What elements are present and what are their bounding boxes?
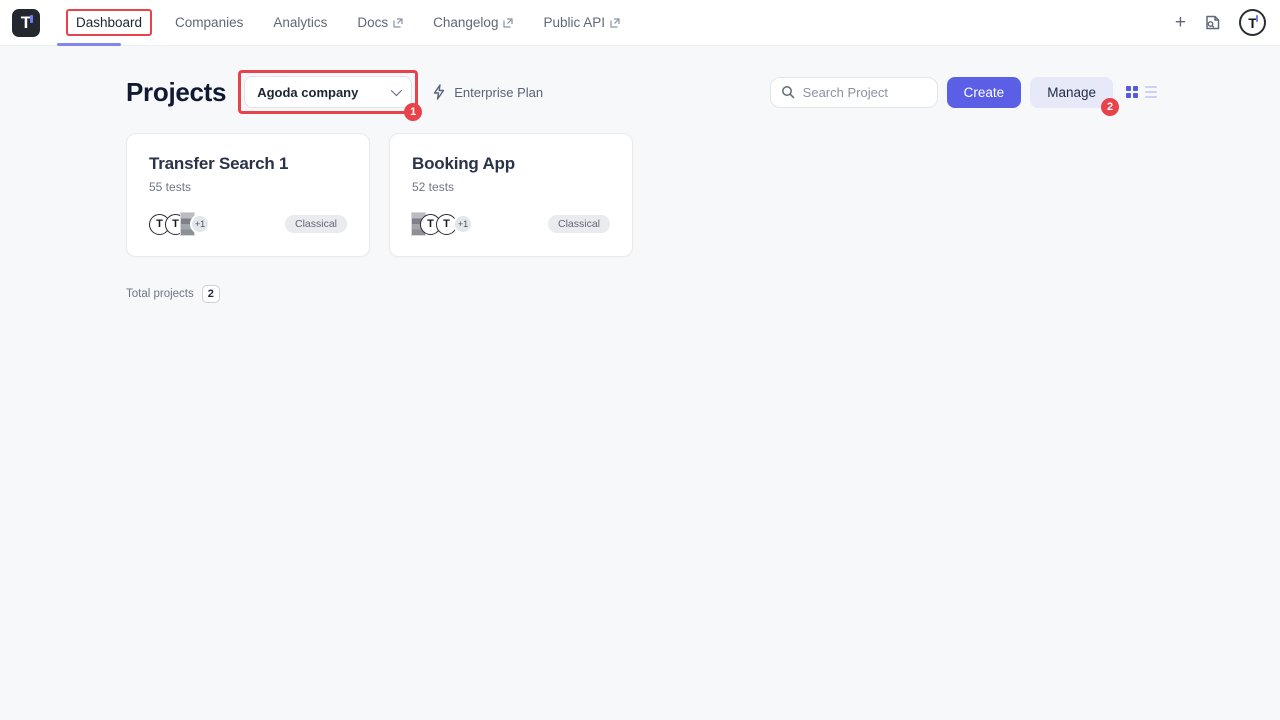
nav-item-public-api[interactable]: Public API (528, 7, 635, 38)
project-name: Booking App (412, 154, 610, 174)
search-input[interactable] (803, 85, 927, 100)
nav-item-label: Dashboard (76, 15, 142, 30)
annotation-box-company-select: Agoda company 1 (238, 70, 418, 114)
company-select-value: Agoda company (257, 85, 358, 100)
add-icon[interactable]: + (1175, 13, 1186, 32)
more-members-badge: +1 (453, 214, 473, 234)
project-tests-count: 55 tests (149, 180, 347, 194)
nav-item-label: Public API (543, 15, 605, 30)
avatar-accent (1256, 15, 1259, 22)
total-projects-count: 2 (202, 285, 220, 303)
projects-summary: Total projects 2 (126, 285, 1157, 303)
project-card-transfer-search-1[interactable]: Transfer Search 1 55 tests T T +1 Classi… (126, 133, 370, 257)
nav-item-label: Docs (357, 15, 388, 30)
chevron-down-icon (391, 85, 402, 96)
nav-item-companies[interactable]: Companies (160, 7, 258, 38)
project-name: Transfer Search 1 (149, 154, 347, 174)
external-link-icon (393, 18, 403, 28)
project-card-footer: T T +1 Classical (412, 213, 610, 235)
page-header: Projects Agoda company 1 Enterprise Plan… (126, 70, 1157, 114)
nav-item-changelog[interactable]: Changelog (418, 7, 528, 38)
manage-button-wrap: Manage 2 (1030, 77, 1113, 108)
user-avatar[interactable]: T (1239, 9, 1266, 36)
grid-view-icon[interactable] (1126, 86, 1138, 98)
nav-item-label: Changelog (433, 15, 498, 30)
project-tests-count: 52 tests (412, 180, 610, 194)
plan-info: Enterprise Plan (432, 84, 543, 100)
nav-item-dashboard[interactable]: Dashboard (76, 15, 142, 30)
main-content: Projects Agoda company 1 Enterprise Plan… (0, 46, 1280, 303)
member-avatars: T T +1 (149, 213, 210, 235)
app-logo[interactable]: T (12, 9, 40, 37)
search-icon (781, 85, 795, 99)
nav-item-label: Analytics (273, 15, 327, 30)
project-type-badge: Classical (285, 215, 347, 234)
project-card-footer: T T +1 Classical (149, 213, 347, 235)
header-controls: Create Manage 2 (770, 77, 1157, 108)
annotation-step-2-badge: 2 (1101, 98, 1119, 116)
external-link-icon (610, 18, 620, 28)
list-view-icon[interactable] (1145, 86, 1157, 99)
search-box (770, 77, 938, 108)
company-select-dropdown[interactable]: Agoda company (244, 76, 412, 108)
release-notes-icon[interactable] (1204, 14, 1221, 31)
projects-grid: Transfer Search 1 55 tests T T +1 Classi… (126, 133, 1157, 257)
nav-item-analytics[interactable]: Analytics (258, 7, 342, 38)
total-projects-label: Total projects (126, 288, 194, 300)
nav-item-label: Companies (175, 15, 243, 30)
main-nav: Dashboard Companies Analytics Docs Chang… (56, 7, 635, 38)
member-avatars: T T +1 (412, 213, 473, 235)
nav-item-docs[interactable]: Docs (342, 7, 418, 38)
annotation-step-1-badge: 1 (404, 103, 422, 121)
top-navigation-bar: T Dashboard Companies Analytics Docs Cha… (0, 0, 1280, 46)
project-type-badge: Classical (548, 215, 610, 234)
create-button[interactable]: Create (947, 77, 1022, 108)
external-link-icon (503, 18, 513, 28)
lightning-icon (432, 84, 446, 100)
annotation-box-dashboard: Dashboard (66, 9, 152, 36)
project-card-booking-app[interactable]: Booking App 52 tests T T +1 Classical (389, 133, 633, 257)
view-toggles (1126, 86, 1157, 99)
page-title: Projects (126, 77, 226, 108)
active-tab-indicator (57, 43, 121, 46)
more-members-badge: +1 (190, 214, 210, 234)
logo-accent (30, 15, 33, 23)
plan-label: Enterprise Plan (454, 85, 543, 100)
topbar-right-actions: + T (1175, 9, 1266, 36)
